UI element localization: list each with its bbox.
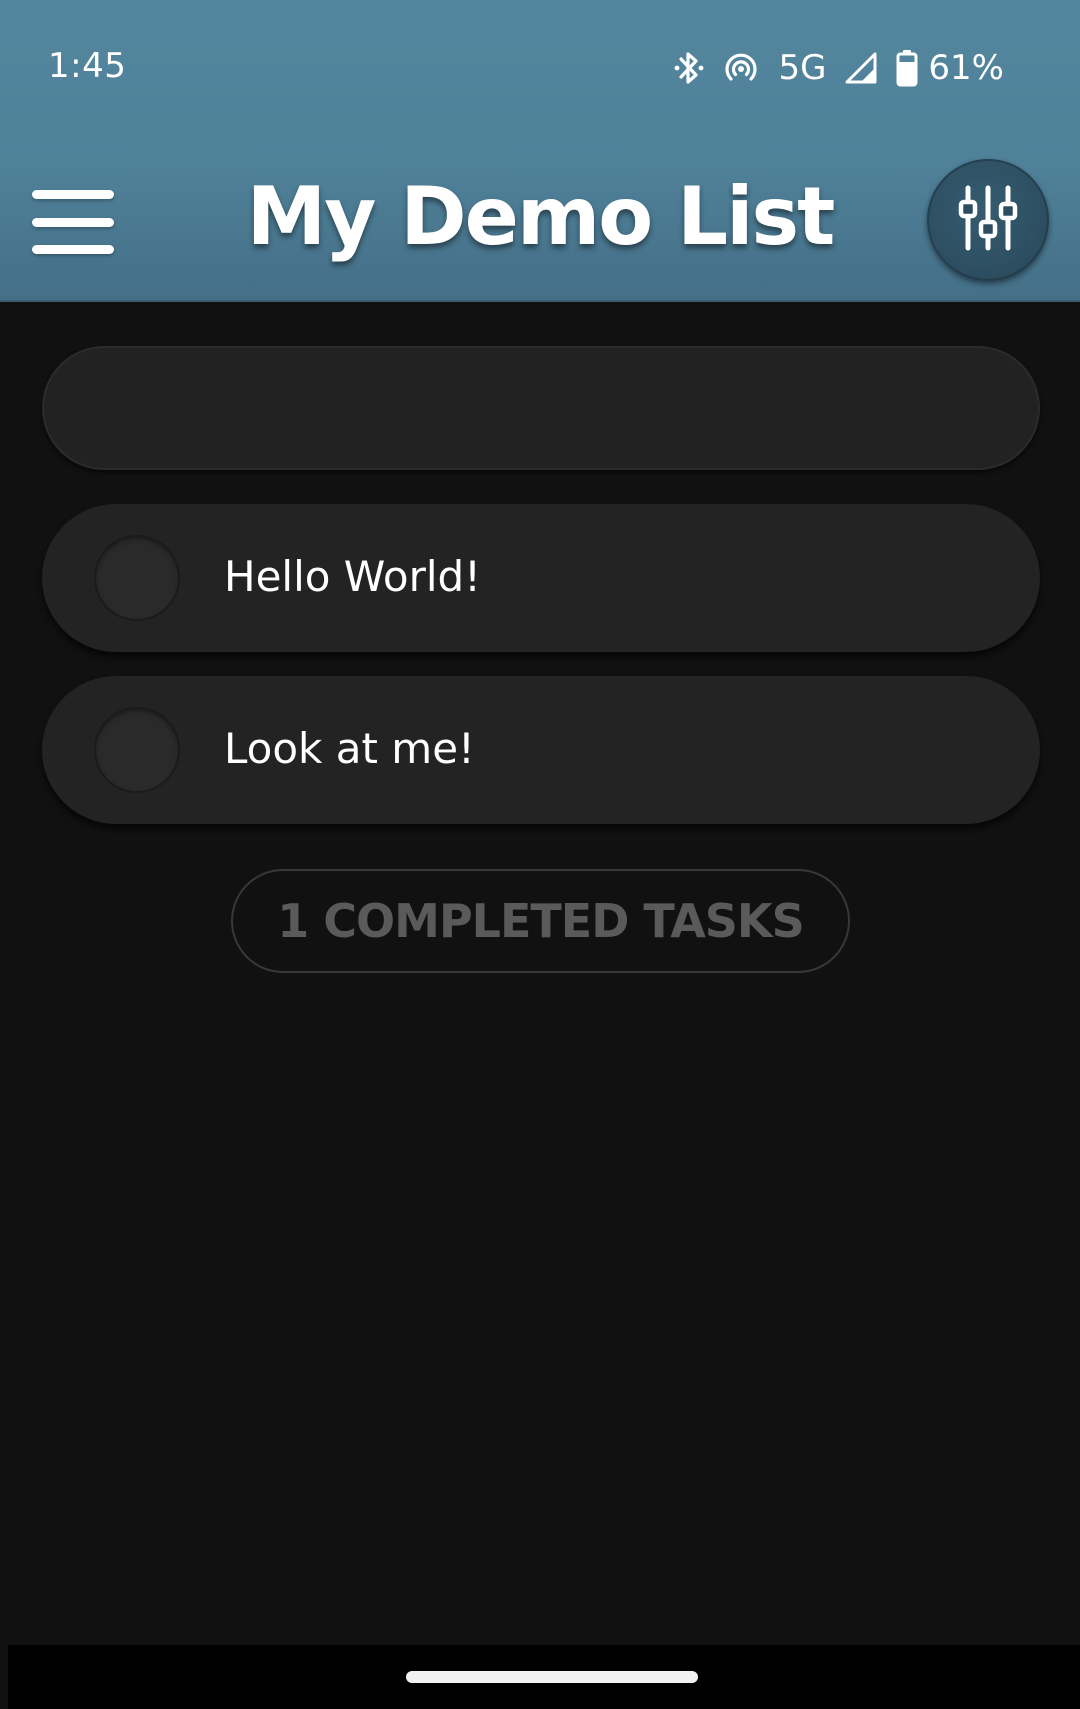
filter-button[interactable] xyxy=(927,159,1049,281)
status-bar: 1:45 5G 61% xyxy=(0,0,1080,140)
bluetooth-icon xyxy=(674,49,704,87)
app-bar: My Demo List xyxy=(0,140,1080,302)
new-task-field[interactable] xyxy=(42,346,1040,470)
sliders-icon xyxy=(956,182,1020,258)
task-item[interactable]: Hello World! xyxy=(42,504,1040,652)
battery-icon xyxy=(896,49,918,87)
home-handle[interactable] xyxy=(406,1671,698,1683)
new-task-input[interactable] xyxy=(44,348,1038,468)
hotspot-icon xyxy=(722,49,760,87)
completed-tasks-label: 1 COMPLETED TASKS xyxy=(277,894,804,948)
battery-percentage: 61% xyxy=(928,48,1004,88)
navigation-bar xyxy=(8,1645,1080,1709)
page-title: My Demo List xyxy=(246,170,836,263)
task-checkbox[interactable] xyxy=(94,707,180,793)
screen: 1:45 5G 61% My Demo List Hello World! Lo… xyxy=(0,0,1080,1709)
task-item[interactable]: Look at me! xyxy=(42,676,1040,824)
task-label: Hello World! xyxy=(224,552,482,601)
status-time: 1:45 xyxy=(48,46,127,86)
task-label: Look at me! xyxy=(224,724,475,773)
header: 1:45 5G 61% My Demo List xyxy=(0,0,1080,302)
status-icons: 5G 61% xyxy=(674,44,1004,92)
signal-icon xyxy=(844,51,878,85)
completed-tasks-button[interactable]: 1 COMPLETED TASKS xyxy=(231,869,850,973)
task-checkbox[interactable] xyxy=(94,535,180,621)
network-label: 5G xyxy=(778,48,827,88)
